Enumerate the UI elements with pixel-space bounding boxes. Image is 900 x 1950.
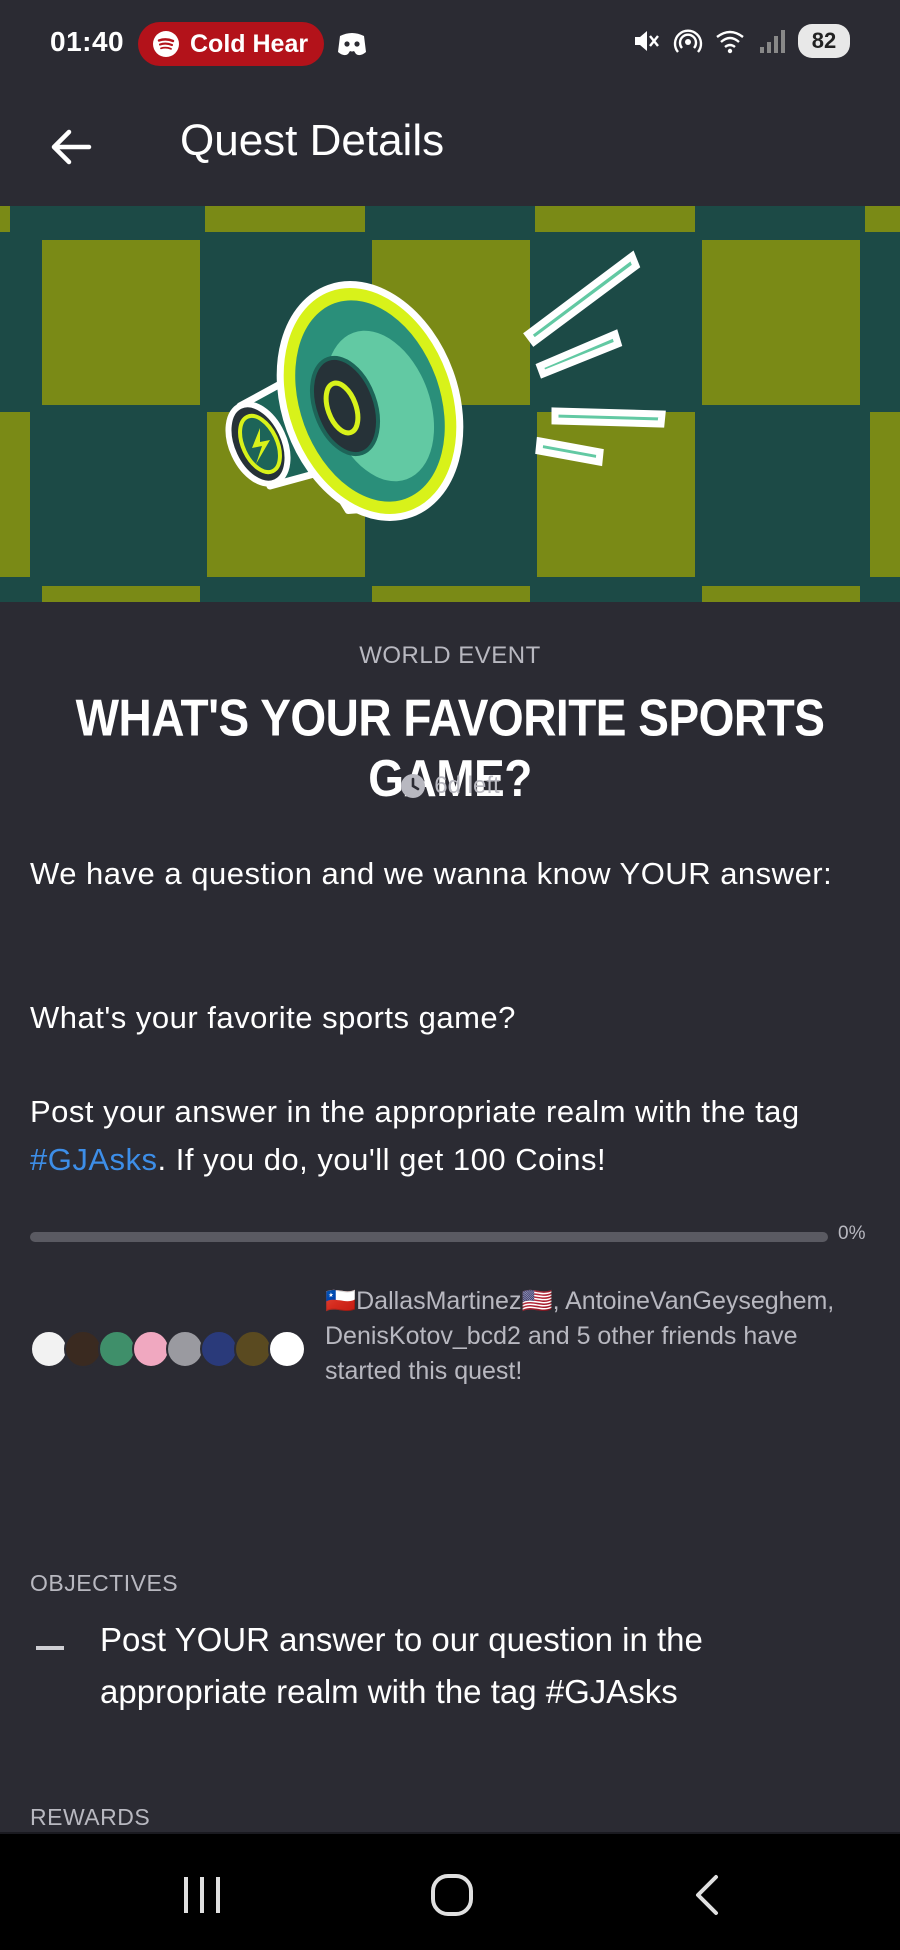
- quest-description-intro: We have a question and we wanna know YOU…: [30, 856, 833, 891]
- rewards-heading: REWARDS: [30, 1804, 151, 1830]
- recent-apps-button[interactable]: [172, 1870, 232, 1920]
- time-left: 6d left: [0, 772, 900, 800]
- objectives-heading: OBJECTIVES: [30, 1570, 179, 1596]
- media-pill[interactable]: Cold Hear: [138, 22, 324, 66]
- quest-progress-bar: [30, 1232, 828, 1242]
- friends-started-text: 🇨🇱DallasMartinez🇺🇸, AntoineVanGeyseghem,…: [325, 1287, 835, 1385]
- home-icon: [431, 1874, 473, 1916]
- friend-avatars[interactable]: [30, 1330, 306, 1368]
- status-time: 01:40: [50, 26, 125, 57]
- quest-description-instructions: Post your answer in the appropriate real…: [30, 1088, 850, 1184]
- quest-banner: [0, 206, 900, 602]
- chevron-left-icon: [696, 1875, 718, 1915]
- avatar: [234, 1330, 272, 1368]
- signal-icon: [760, 30, 785, 53]
- app-bar: Quest Details: [0, 88, 900, 206]
- status-icons: 82: [630, 24, 850, 58]
- discord-icon: [338, 33, 366, 56]
- quest-description-question: What's your favorite sports game?: [30, 1000, 516, 1035]
- time-left-label: 6d left: [434, 772, 500, 799]
- wifi-icon: [716, 30, 744, 54]
- mute-icon: [635, 31, 659, 51]
- system-back-button[interactable]: [676, 1870, 736, 1920]
- hashtag-link[interactable]: #GJAsks: [30, 1142, 158, 1177]
- avatar: [64, 1330, 102, 1368]
- back-button[interactable]: [40, 116, 102, 178]
- clock-icon: [401, 774, 426, 798]
- arrow-left-icon: [51, 129, 92, 165]
- quest-progress-label: 0%: [838, 1223, 866, 1244]
- recent-apps-icon: [184, 1877, 220, 1913]
- system-nav-bar: [0, 1832, 900, 1950]
- page-title: Quest Details: [180, 116, 445, 165]
- avatar: [200, 1330, 238, 1368]
- avatar: [98, 1330, 136, 1368]
- quest-category: WORLD EVENT: [359, 642, 541, 669]
- status-bar: 01:40 Cold Hear 82: [0, 0, 900, 88]
- objective-item: Post YOUR answer to our question in the …: [100, 1621, 703, 1710]
- quest-banner-image: [0, 206, 900, 602]
- avatar: [30, 1330, 68, 1368]
- instructions-reward-text: . If you do, you'll get 100 Coins!: [157, 1142, 607, 1177]
- home-button[interactable]: [422, 1870, 482, 1920]
- spotify-icon: [153, 31, 179, 57]
- avatar: [132, 1330, 170, 1368]
- instructions-text: Post your answer in the appropriate real…: [30, 1094, 800, 1129]
- objective-status-icon: [36, 1646, 64, 1650]
- media-title: Cold Hear: [190, 29, 309, 58]
- battery-indicator: 82: [798, 24, 850, 58]
- hotspot-icon: [673, 29, 703, 53]
- avatar: [268, 1330, 306, 1368]
- avatar: [166, 1330, 204, 1368]
